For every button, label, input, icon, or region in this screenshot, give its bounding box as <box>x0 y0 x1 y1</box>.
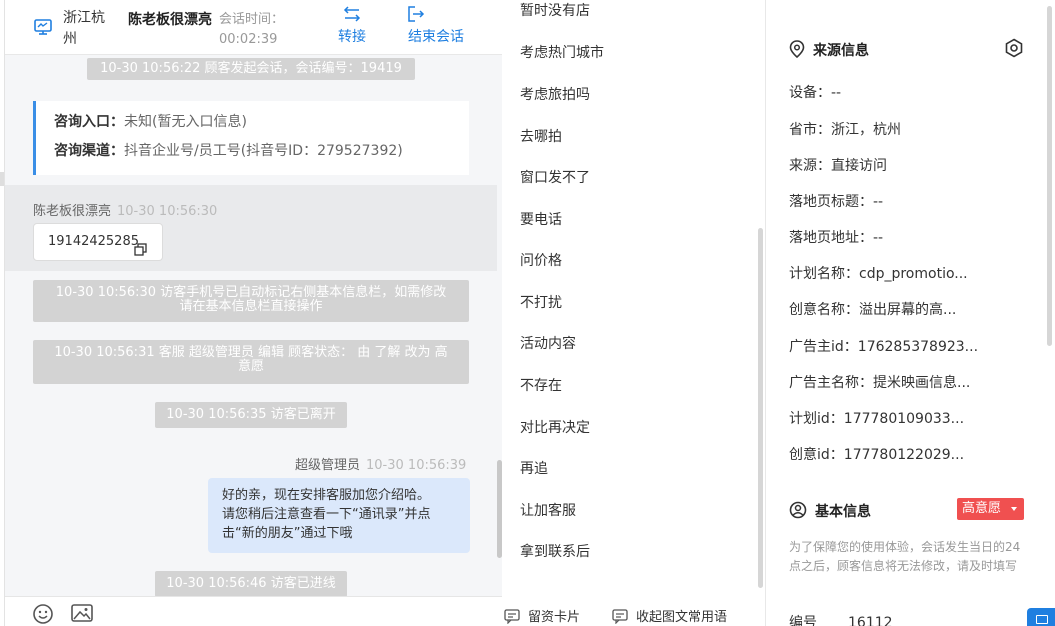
user-circle-icon <box>789 501 807 519</box>
transfer-label: 转接 <box>338 29 366 45</box>
end-session-label: 结束会话 <box>408 29 464 45</box>
info-scrollbar[interactable] <box>1047 6 1052 346</box>
quick-phrase-item[interactable]: 不存在 <box>520 375 562 395</box>
quick-phrase-item[interactable]: 让加客服 <box>520 500 576 520</box>
chat-workspace: 浙江杭州 陈老板很漂亮 会话时间： 00:02:39 转接 结束会话 10-30… <box>0 0 1055 626</box>
system-message-visitor-entered: 10-30 10:56:46 访客已进线 <box>155 571 347 597</box>
info-row-plan-id: 计划id：177780109033... <box>789 411 965 427</box>
session-time: 00:02:39 <box>219 32 278 47</box>
transfer-arrows-icon <box>343 6 361 22</box>
chevron-down-icon <box>1011 507 1017 511</box>
quick-phrase-item[interactable]: 去哪拍 <box>520 126 562 146</box>
customer-message-block: 陈老板很漂亮 10-30 10:56:30 19142425285 <box>5 185 497 271</box>
chat-input-toolbar <box>5 596 502 626</box>
system-message-visitor-left: 10-30 10:56:35 访客已离开 <box>155 402 347 428</box>
quick-phrase-item[interactable]: 暂时没有店 <box>520 0 590 20</box>
consult-source-card: 咨询入口：未知(暂无入口信息) 咨询渠道：抖音企业号/员工号(抖音号ID：279… <box>33 101 469 175</box>
chat-panel: 浙江杭州 陈老板很漂亮 会话时间： 00:02:39 转接 结束会话 10-30… <box>4 0 502 626</box>
quick-phrase-item[interactable]: 考虑热门城市 <box>520 42 604 62</box>
quick-phrase-item[interactable]: 对比再决定 <box>520 417 590 437</box>
card-icon <box>612 609 628 625</box>
edit-deadline-note: 为了保障您的使用体验，会话发生当日的24点之后，顾客信息将无法修改，请及时填写 <box>789 540 1021 573</box>
info-row-device: 设备：-- <box>789 85 842 101</box>
monitor-icon <box>33 17 53 37</box>
transfer-button[interactable]: 转接 <box>335 6 369 46</box>
info-row-source: 来源：直接访问 <box>789 158 887 174</box>
info-row-landing-url: 落地页地址：-- <box>789 230 884 246</box>
customer-sender: 陈老板很漂亮 10-30 10:56:30 <box>33 204 218 219</box>
quick-phrase-item[interactable]: 问价格 <box>520 250 562 270</box>
image-icon[interactable] <box>71 603 93 626</box>
info-row-advertiser-name: 广告主名称：提米映画信息... <box>789 375 971 391</box>
info-row-creative-id: 创意id：177780122029... <box>789 447 965 463</box>
system-message-phone-tagged: 10-30 10:56:30 访客手机号已自动标记右侧基本信息栏，如需修改 请在… <box>33 280 469 322</box>
info-row-creative-name: 创意名称：溢出屏幕的高... <box>789 302 957 318</box>
info-row-advertiser-id: 广告主id：176285378923... <box>789 339 979 355</box>
system-message-session-start: 10-30 10:56:22 顾客发起会话，会话编号：19419 <box>87 58 415 80</box>
collapse-phrases-button[interactable]: 收起图文常用语 <box>612 606 727 625</box>
quick-phrase-scrollbar[interactable] <box>758 228 763 588</box>
source-info-title: 来源信息 <box>789 40 869 60</box>
customer-message-text: 19142425285 <box>48 234 139 249</box>
leave-card-button[interactable]: 留资卡片 <box>504 606 580 625</box>
gear-icon[interactable] <box>1004 38 1024 62</box>
basic-info-title: 基本信息 <box>789 501 871 521</box>
location-pin-icon <box>789 40 805 59</box>
floating-chat-button[interactable] <box>1027 608 1055 626</box>
quick-phrase-footer: 留资卡片 收起图文常用语 <box>502 604 766 626</box>
emoji-icon[interactable] <box>32 603 54 626</box>
exit-icon <box>408 6 425 22</box>
quick-phrase-item[interactable]: 活动内容 <box>520 333 576 353</box>
info-row-province: 省市：浙江，杭州 <box>789 122 901 138</box>
info-row-plan-name: 计划名称：cdp_promotio... <box>789 266 968 282</box>
agent-sender: 超级管理员 10-30 10:56:39 <box>295 458 467 473</box>
end-session-button[interactable]: 结束会话 <box>405 6 467 46</box>
quick-phrase-panel: 暂时没有店 考虑热门城市 考虑旅拍吗 去哪拍 窗口发不了 要电话 问价格 不打扰… <box>502 0 766 626</box>
customer-location: 浙江杭州 <box>63 10 105 47</box>
quick-phrase-item[interactable]: 考虑旅拍吗 <box>520 84 590 104</box>
info-row-landing-title: 落地页标题：-- <box>789 194 884 210</box>
consult-entry: 咨询入口：未知(暂无入口信息) <box>54 114 247 130</box>
consult-channel: 咨询渠道：抖音企业号/员工号(抖音号ID：279527392) <box>54 143 403 159</box>
system-message-status-changed: 10-30 10:56:31 客服 超级管理员 编辑 顾客状态： 由 了解 改为… <box>33 340 469 384</box>
session-time-label: 会话时间： <box>219 12 285 27</box>
card-icon <box>504 609 520 625</box>
intent-status-dropdown[interactable]: 高意愿 <box>957 498 1024 520</box>
copy-icon[interactable] <box>134 235 147 271</box>
customer-message-bubble[interactable]: 19142425285 <box>33 223 163 261</box>
quick-phrase-item[interactable]: 拿到联系后 <box>520 541 590 561</box>
info-row-number: 编号 16112 <box>789 615 893 626</box>
quick-phrase-item[interactable]: 不打扰 <box>520 292 562 312</box>
customer-info-panel: 来源信息 设备：-- 省市：浙江，杭州 来源：直接访问 落地页标题：-- 落地页… <box>767 0 1055 626</box>
agent-message-bubble[interactable]: 好的亲，现在安排客服加您介绍哈。 请您稍后注意查看一下“通讯录”并点 击“新的朋… <box>208 478 470 553</box>
chat-header: 浙江杭州 陈老板很漂亮 会话时间： 00:02:39 转接 结束会话 <box>5 0 502 55</box>
customer-name: 陈老板很漂亮 <box>128 12 212 28</box>
quick-phrase-item[interactable]: 要电话 <box>520 209 562 229</box>
quick-phrase-item[interactable]: 再追 <box>520 458 548 478</box>
quick-phrase-item[interactable]: 窗口发不了 <box>520 167 590 187</box>
